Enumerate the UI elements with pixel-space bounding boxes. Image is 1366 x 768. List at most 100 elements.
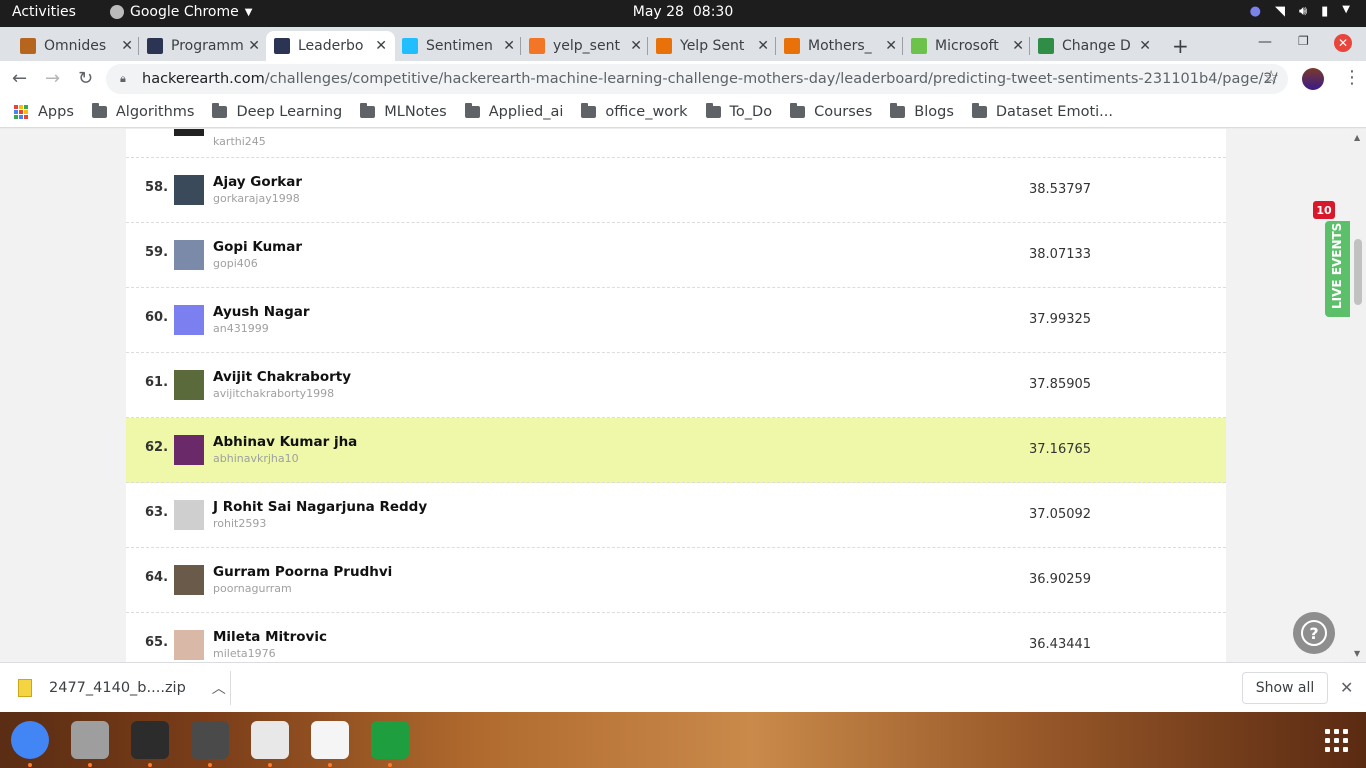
chrome-menu-icon[interactable]: ⋮ <box>1343 67 1361 88</box>
bookmark-folder[interactable]: Blogs <box>890 103 954 120</box>
browser-tab[interactable]: Mothers_ ✕ <box>776 31 905 61</box>
browser-tab[interactable]: Programm ✕ <box>139 31 268 61</box>
show-applications-icon[interactable] <box>1325 729 1348 752</box>
tab-close-icon[interactable]: ✕ <box>885 38 897 54</box>
download-item[interactable]: 2477_4140_b....zip ︿ <box>18 678 226 698</box>
activities-button[interactable]: Activities <box>12 4 76 20</box>
bookmark-apps[interactable]: Apps <box>14 104 74 120</box>
clock-time[interactable]: 08:30 <box>693 4 733 20</box>
tab-close-icon[interactable]: ✕ <box>1012 38 1024 54</box>
tab-close-icon[interactable]: ✕ <box>757 38 769 54</box>
bookmark-folder[interactable]: Applied_ai <box>464 103 563 120</box>
user-handle[interactable]: gorkarajay1998 <box>213 192 300 205</box>
profile-avatar[interactable] <box>1302 68 1324 90</box>
show-all-button[interactable]: Show all <box>1242 672 1328 704</box>
close-download-shelf-icon[interactable]: ✕ <box>1340 678 1353 697</box>
browser-tab[interactable]: Change D ✕ <box>1030 31 1159 61</box>
running-indicator <box>208 763 212 767</box>
chevron-up-icon[interactable]: ︿ <box>212 678 226 698</box>
user-handle[interactable]: avijitchakraborty1998 <box>213 387 334 400</box>
tab-close-icon[interactable]: ✕ <box>375 38 387 54</box>
tab-close-icon[interactable]: ✕ <box>248 38 260 54</box>
bookmark-folder[interactable]: office_work <box>581 103 688 120</box>
hackerearth-icon <box>274 38 290 54</box>
browser-tab[interactable]: Omnides ✕ <box>12 31 141 61</box>
user-avatar[interactable] <box>174 129 204 136</box>
lock-icon[interactable]: 🔒︎ <box>120 64 126 94</box>
user-handle[interactable]: abhinavkrjha10 <box>213 452 299 465</box>
minimize-icon[interactable]: — <box>1258 34 1272 50</box>
user-name[interactable]: Avijit Chakraborty <box>213 369 351 385</box>
page-scrollbar[interactable]: ▲ ▼ <box>1350 129 1366 662</box>
folder-icon <box>360 103 376 118</box>
terminal-icon[interactable] <box>131 721 169 759</box>
bookmark-folder-label: Algorithms <box>115 104 195 120</box>
sublime-text-icon[interactable] <box>191 721 229 759</box>
user-handle[interactable]: gopi406 <box>213 257 258 270</box>
spreadsheet-icon[interactable] <box>371 721 409 759</box>
app-menu[interactable]: Google Chrome ▼ <box>110 4 252 20</box>
bookmark-folder[interactable]: To_Do <box>705 103 772 120</box>
user-name[interactable]: Gurram Poorna Prudhvi <box>213 564 392 580</box>
tab-close-icon[interactable]: ✕ <box>503 38 515 54</box>
reload-icon[interactable]: ↻ <box>78 68 93 89</box>
user-avatar[interactable] <box>174 175 204 205</box>
user-avatar[interactable] <box>174 305 204 335</box>
clock-date[interactable]: May 28 <box>633 4 684 20</box>
browser-tab[interactable]: yelp_sent ✕ <box>521 31 650 61</box>
new-tab-button[interactable]: + <box>1172 34 1189 58</box>
user-name[interactable]: Mileta Mitrovic <box>213 629 327 645</box>
forward-icon[interactable]: → <box>45 68 60 89</box>
browser-tab[interactable]: Leaderbo ✕ <box>266 31 395 61</box>
user-handle[interactable]: an431999 <box>213 322 269 335</box>
restore-icon[interactable]: ❐ <box>1298 34 1309 48</box>
battery-icon[interactable]: ▮ <box>1321 4 1328 19</box>
tab-close-icon[interactable]: ✕ <box>630 38 642 54</box>
bookmark-star-icon[interactable]: ☆ <box>1263 67 1279 88</box>
user-avatar[interactable] <box>174 240 204 270</box>
microsoft-icon <box>911 38 927 54</box>
chrome-icon[interactable] <box>11 721 49 759</box>
volume-icon[interactable]: 🔊︎ <box>1299 4 1307 19</box>
user-handle[interactable]: rohit2593 <box>213 517 266 530</box>
browser-tab[interactable]: Sentimen ✕ <box>394 31 523 61</box>
bookmark-folder[interactable]: Courses <box>790 103 872 120</box>
back-icon[interactable]: ← <box>12 68 27 89</box>
files-icon[interactable] <box>71 721 109 759</box>
browser-tab[interactable]: Microsoft ✕ <box>903 31 1032 61</box>
tab-close-icon[interactable]: ✕ <box>1139 38 1151 54</box>
wifi-icon[interactable]: ◥ <box>1275 4 1285 19</box>
bookmark-folder[interactable]: Dataset Emoti... <box>971 103 1113 120</box>
power-menu-icon[interactable]: ▼ <box>1342 4 1350 19</box>
user-avatar[interactable] <box>174 500 204 530</box>
browser-tab[interactable]: Yelp Sent ✕ <box>648 31 777 61</box>
live-events-tab[interactable]: LIVE EVENTS <box>1325 221 1351 317</box>
user-name[interactable]: Ajay Gorkar <box>213 174 302 190</box>
bookmark-folder[interactable]: Algorithms <box>91 103 195 120</box>
scroll-up-arrow-icon[interactable]: ▲ <box>1354 133 1360 142</box>
user-handle[interactable]: poornagurram <box>213 582 292 595</box>
window-close-icon[interactable]: ✕ <box>1334 34 1352 52</box>
user-name[interactable]: Gopi Kumar <box>213 239 302 255</box>
user-handle[interactable]: mileta1976 <box>213 647 276 660</box>
document-viewer-icon[interactable] <box>251 721 289 759</box>
scrollbar-thumb[interactable] <box>1354 239 1362 305</box>
user-name[interactable]: Abhinav Kumar jha <box>213 434 357 450</box>
teams-icon[interactable]: ● <box>1250 4 1261 19</box>
tab-close-icon[interactable]: ✕ <box>121 38 133 54</box>
text-editor-icon[interactable] <box>311 721 349 759</box>
help-button[interactable]: ? <box>1293 612 1335 654</box>
address-bar[interactable]: 🔒︎ hackerearth.com/challenges/competitiv… <box>106 64 1288 94</box>
scroll-down-arrow-icon[interactable]: ▼ <box>1354 649 1360 658</box>
live-events-badge: 10 <box>1313 201 1335 219</box>
user-handle[interactable]: karthi245 <box>213 135 266 148</box>
user-avatar[interactable] <box>174 630 204 660</box>
user-name[interactable]: Ayush Nagar <box>213 304 310 320</box>
user-avatar[interactable] <box>174 565 204 595</box>
user-name[interactable]: J Rohit Sai Nagarjuna Reddy <box>213 499 427 515</box>
user-avatar[interactable] <box>174 435 204 465</box>
bookmark-folder[interactable]: Deep Learning <box>212 103 342 120</box>
system-tray[interactable]: ● ◥ 🔊︎ ▮ ▼ <box>1250 4 1350 19</box>
user-avatar[interactable] <box>174 370 204 400</box>
bookmark-folder[interactable]: MLNotes <box>360 103 447 120</box>
